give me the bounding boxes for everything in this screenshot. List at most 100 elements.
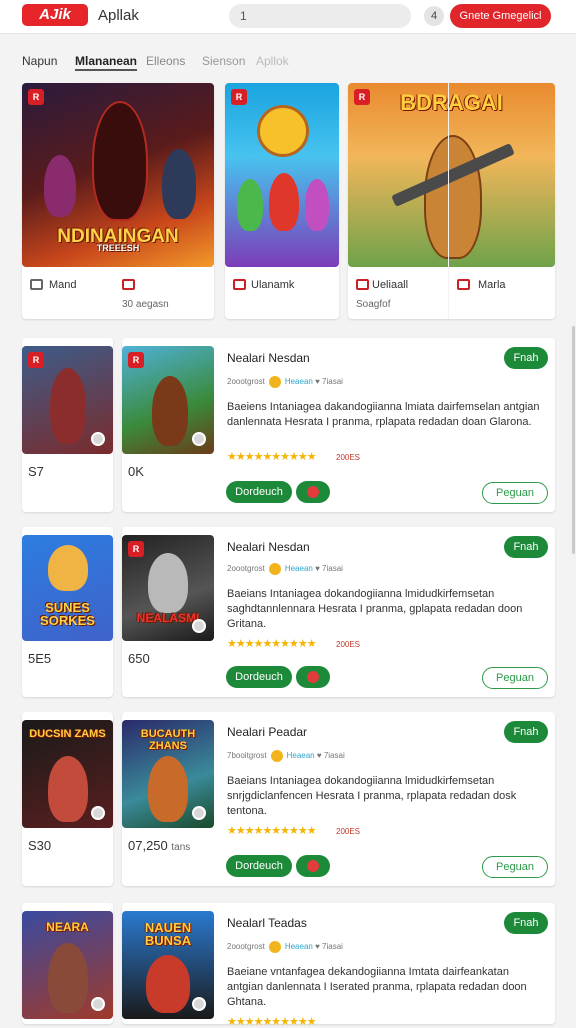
brand-badge-icon: R [128,541,144,557]
status-badge[interactable]: Fnah [504,347,548,369]
secondary-button[interactable]: Peguan [482,482,548,504]
game-meta: 2oootgrost Heaean ♥ 7iasai [227,563,343,575]
game-meta: 2oootgrost Heaean ♥ 7iasai [227,376,343,388]
game-description: Baeiens Intaniagea dakandogiianna lmiata… [227,401,540,428]
coin-icon [91,997,105,1011]
game-row[interactable]: NAUEN BUNSA Nealarl Teadas Fnah 2oootgro… [122,903,555,1028]
thumb-card[interactable]: R S7 [22,338,113,512]
character-figure [48,545,88,591]
brand-badge-icon: R [231,89,247,105]
game-title-art: NEARA [46,920,89,934]
heart-icon [307,860,319,872]
review-count: 200ES [336,827,361,836]
app-logo[interactable]: AJik [22,4,88,26]
secondary-button[interactable]: Peguan [482,667,548,689]
featured-card[interactable]: R NDINAINGAN TREEESH Mand 30 aegasn [22,83,214,319]
tab-bar: Napun Mlananean Elleons Sienson Apllok [0,48,576,76]
game-meta: 2oootgrost Heaean ♥ 7iasai [227,941,343,953]
tab-elleons[interactable]: Elleons [146,54,185,68]
stat-value: 0K [128,464,144,479]
rating-icon [270,750,283,762]
character-figure [146,955,190,1013]
thumb-icon [30,279,43,290]
game-art: NEARA [22,911,113,1019]
download-button[interactable]: Dordeuch [226,481,292,503]
favorite-button[interactable] [296,481,330,503]
game-art: SUNES SORKES [22,535,113,641]
thumb-card[interactable]: SUNES SORKES 5E5 [22,527,113,697]
rating-stars: ★★★★★★★★★★ [227,451,317,463]
coin-icon [91,806,105,820]
card-divider [448,83,449,319]
status-badge[interactable]: Fnah [504,721,548,743]
thumb-card[interactable]: DUCSIN ZAMS S30 [22,712,113,886]
featured-label: Marla [478,279,506,291]
game-title-art: BDRAGAI [400,90,503,115]
game-art: DUCSIN ZAMS [22,720,113,828]
review-count: 200ES [336,640,361,649]
tab-napun[interactable]: Napun [22,54,57,68]
brand-badge-icon: R [28,89,44,105]
game-description: Baeians Intaniagea dokandogiianna lmidud… [227,775,517,817]
stat-value: 650 [128,651,150,666]
top-bar: AJik Apllak 1 4 Gnete Gmegelicl [0,0,576,34]
featured-label: Ueliaall [372,279,409,291]
search-icon[interactable]: 4 [424,6,444,26]
coin-icon [91,432,105,446]
character-figure [162,149,196,219]
heart-icon [307,486,319,498]
download-button[interactable]: Dordeuch [226,666,292,688]
status-badge[interactable]: Fnah [504,536,548,558]
rating-stars: ★★★★★★★★★★ [227,825,317,837]
cta-button[interactable]: Gnete Gmegelicl [450,4,551,28]
review-count: 200ES [336,453,361,462]
brand-icon [457,279,470,290]
character-figure [305,179,329,231]
tab-sienson[interactable]: Sienson [202,54,245,68]
secondary-button[interactable]: Peguan [482,856,548,878]
game-title: Nealari Nesdan [227,540,310,554]
featured-sub: Soagfof [356,299,391,310]
game-row[interactable]: BUCAUTH ZHANS 07,250 tans Nealari Peadar… [122,712,555,886]
game-row[interactable]: R NEALASMI 650 Nealari Nesdan Fnah 2ooot… [122,527,555,697]
status-badge[interactable]: Fnah [504,912,548,934]
featured-label: Ulanamk [251,279,295,291]
character-figure [152,376,188,446]
brand-icon [233,279,246,290]
favorite-button[interactable] [296,855,330,877]
character-figure [269,173,299,231]
search-input[interactable]: 1 [229,4,411,28]
game-art: R BDRAGAI [348,83,555,267]
tab-mlananean[interactable]: Mlananean [75,54,138,71]
game-art: R [22,346,113,454]
game-title: Nealarl Teadas [227,916,307,930]
game-art: R [225,83,339,267]
game-description: Baeiane vntanfagea dekandogiianna Imtata… [227,966,527,1008]
thumb-card[interactable]: NEARA [22,903,113,1024]
featured-card[interactable]: R Ulanamk [225,83,339,319]
tab-apllok[interactable]: Apllok [256,54,289,68]
character-figure [50,368,86,444]
emblem-icon [257,105,309,157]
brand-icon [356,279,369,290]
character-figure [148,553,188,613]
stat-value: S30 [28,838,52,853]
stat-value: 5E5 [28,651,52,666]
coin-icon [192,806,206,820]
game-row[interactable]: R 0K Nealari Nesdan Fnah 2oootgrost Heaea… [122,338,555,512]
character-figure [48,943,88,1013]
rating-stars: ★★★★★★★★★★ [227,1016,317,1028]
favorite-button[interactable] [296,666,330,688]
game-title-art: BUCAUTH ZHANS [140,728,196,752]
rating-icon [268,563,281,575]
download-button[interactable]: Dordeuch [226,855,292,877]
scrollbar[interactable] [572,326,575,554]
stat-value: 07,250 tans [128,838,191,853]
character-figure [48,756,88,822]
featured-card[interactable]: R BDRAGAI Ueliaall Soagfof Marla [348,83,555,319]
game-title-art: SUNES SORKES [40,600,95,628]
featured-sub: 30 aegasn [122,299,169,310]
app-name: Apllak [98,7,139,24]
game-title-art: NAUEN BUNSA [144,920,192,948]
game-title-art: DUCSIN ZAMS [29,728,106,740]
